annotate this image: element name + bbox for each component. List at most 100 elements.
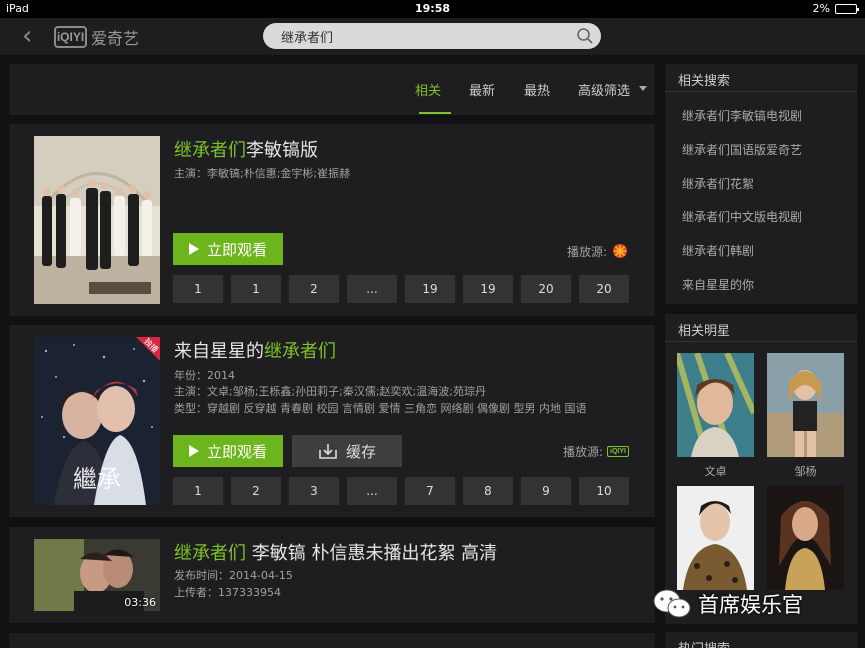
search-query: 继承者们 xyxy=(281,31,334,46)
play-source: 播放源: xyxy=(567,242,629,260)
episode-button[interactable]: 7 xyxy=(405,477,455,505)
result-title[interactable]: 继承者们李敏镐版 xyxy=(174,136,318,162)
star-name: 邹杨 xyxy=(794,465,817,478)
episode-button[interactable]: 1 xyxy=(173,477,223,505)
star-card[interactable] xyxy=(677,486,754,590)
back-icon[interactable]: ‹ xyxy=(22,22,32,50)
episode-button[interactable]: 1 xyxy=(173,275,223,303)
episode-button[interactable]: 2 xyxy=(231,477,281,505)
wechat-icon xyxy=(653,589,691,618)
result-card[interactable] xyxy=(9,633,655,648)
watermark: 首席娱乐官 xyxy=(652,588,803,620)
battery-icon xyxy=(835,3,859,14)
related-stars-panel: 相关明星 文卓 邹杨 xyxy=(665,314,857,624)
result-title[interactable]: 继承者们 李敏镐 朴信惠未播出花絮 高清 xyxy=(174,539,497,565)
title-highlight: 继承者们 xyxy=(174,543,246,564)
star-name: 文卓 xyxy=(704,465,727,478)
play-icon xyxy=(188,445,199,457)
episode-button[interactable]: 3 xyxy=(289,477,339,505)
cache-label: 缓存 xyxy=(345,442,376,461)
search-input[interactable]: 继承者们 xyxy=(263,23,601,49)
episode-button[interactable]: 9 xyxy=(521,477,571,505)
title-highlight: 继承者们 xyxy=(174,140,246,161)
related-search-panel: 相关搜索 继承者们李敏镐电视剧 继承者们国语版爱奇艺 继承者们花絮 继承者们中文… xyxy=(665,64,857,304)
source-logo-icon xyxy=(613,244,627,258)
play-source-label: 播放源: xyxy=(566,244,607,259)
sort-tabs: 相关 最新 最热 高级筛选 xyxy=(9,64,655,115)
status-time: 19:58 xyxy=(414,2,450,15)
logo-text: 爱奇艺 xyxy=(91,29,140,48)
play-icon xyxy=(188,243,199,255)
related-search-title: 相关搜索 xyxy=(678,74,731,89)
episode-button[interactable]: 8 xyxy=(463,477,513,505)
svg-text:繼承: 繼承 xyxy=(73,465,121,493)
tab-latest[interactable]: 最新 xyxy=(469,80,495,99)
related-search-link[interactable]: 继承者们国语版爱奇艺 xyxy=(682,141,802,158)
episode-button[interactable]: 19 xyxy=(463,275,513,303)
star-card[interactable]: 邹杨 xyxy=(767,353,844,479)
star-card[interactable] xyxy=(767,486,844,590)
iqiyi-logo[interactable]: iQIYI 爱奇艺 xyxy=(54,25,139,49)
star-photo xyxy=(677,353,754,457)
active-tab-indicator xyxy=(419,112,451,114)
video-duration: 03:36 xyxy=(124,596,156,609)
related-search-link[interactable]: 继承者们中文版电视剧 xyxy=(682,208,802,225)
divider xyxy=(665,341,857,342)
tab-hottest[interactable]: 最热 xyxy=(524,80,550,99)
title-highlight: 继承者们 xyxy=(264,341,336,362)
related-search-link[interactable]: 来自星星的你 xyxy=(682,276,754,293)
star-photo xyxy=(767,353,844,457)
episode-button[interactable]: 2 xyxy=(289,275,339,303)
episode-more-button[interactable]: ... xyxy=(347,275,397,303)
episode-list: 1 1 2 ... 19 19 20 20 xyxy=(173,275,629,303)
search-icon[interactable] xyxy=(576,27,594,45)
watch-now-button[interactable]: 立即观看 xyxy=(173,233,283,265)
play-source: 播放源: iQIYI xyxy=(563,443,629,460)
status-bar: iPad 19:58 2% xyxy=(0,0,865,18)
star-photo xyxy=(767,486,844,590)
battery-percent: 2% xyxy=(812,2,830,15)
episode-button[interactable]: 19 xyxy=(405,275,455,303)
result-title[interactable]: 来自星星的继承者们 xyxy=(174,337,336,363)
watch-now-button[interactable]: 立即观看 xyxy=(173,435,283,467)
logo-mark: iQIYI xyxy=(54,26,87,48)
title-rest: 李敏镐版 xyxy=(246,140,318,161)
cache-button[interactable]: 缓存 xyxy=(292,435,402,467)
cast-line: 主演：李敏镐;朴信惠;金宇彬;崔振赫 xyxy=(174,167,351,180)
tab-advanced-filter[interactable]: 高级筛选 xyxy=(578,80,630,99)
episode-button[interactable]: 20 xyxy=(521,275,571,303)
related-search-link[interactable]: 继承者们李敏镐电视剧 xyxy=(682,107,802,124)
related-search-link[interactable]: 继承者们花絮 xyxy=(682,175,754,192)
status-right: 2% xyxy=(812,2,859,15)
result-card[interactable]: 繼承 独播 来自星星的继承者们 年份：2014 主演：文卓;邹杨;王栎鑫;孙田莉… xyxy=(9,325,655,517)
watch-now-label: 立即观看 xyxy=(206,240,267,259)
episode-button[interactable]: 10 xyxy=(579,477,629,505)
divider xyxy=(665,91,857,92)
related-search-link[interactable]: 继承者们韩剧 xyxy=(682,242,754,259)
title-rest: 李敏镐 朴信惠未播出花絮 高清 xyxy=(246,543,498,564)
publish-time: 发布时间：2014-04-15 xyxy=(174,569,293,582)
episode-button[interactable]: 20 xyxy=(579,275,629,303)
poster-image[interactable]: 繼承 独播 xyxy=(34,337,160,505)
result-card[interactable]: 03:36 继承者们 李敏镐 朴信惠未播出花絮 高清 发布时间：2014-04-… xyxy=(9,527,655,623)
chevron-down-icon[interactable] xyxy=(639,86,647,91)
related-stars-title: 相关明星 xyxy=(678,324,731,339)
video-thumbnail[interactable]: 03:36 xyxy=(34,539,160,611)
result-card[interactable]: 继承者们李敏镐版 主演：李敏镐;朴信惠;金宇彬;崔振赫 立即观看 播放源: 1 … xyxy=(9,124,655,316)
uploader: 上传者：137333954 xyxy=(174,586,281,599)
watermark-text: 首席娱乐官 xyxy=(698,593,803,617)
hot-search-panel: 热门搜索 xyxy=(665,632,857,648)
download-icon xyxy=(319,444,337,459)
episode-list: 1 2 3 ... 7 8 9 10 xyxy=(173,477,629,505)
play-source-label: 播放源: xyxy=(563,445,604,459)
episode-more-button[interactable]: ... xyxy=(347,477,397,505)
episode-button[interactable]: 1 xyxy=(231,275,281,303)
watch-now-label: 立即观看 xyxy=(206,442,267,461)
genre-line: 类型：穿越剧 反穿越 青春剧 校园 言情剧 爱情 三角恋 网络剧 偶像剧 型男 … xyxy=(174,402,587,415)
tab-related[interactable]: 相关 xyxy=(415,80,441,99)
iqiyi-source-icon: iQIYI xyxy=(607,446,629,457)
app-header: ‹ iQIYI 爱奇艺 继承者们 xyxy=(0,18,865,55)
star-card[interactable]: 文卓 xyxy=(677,353,754,479)
poster-image[interactable] xyxy=(34,136,160,304)
year-line: 年份：2014 xyxy=(174,369,235,382)
